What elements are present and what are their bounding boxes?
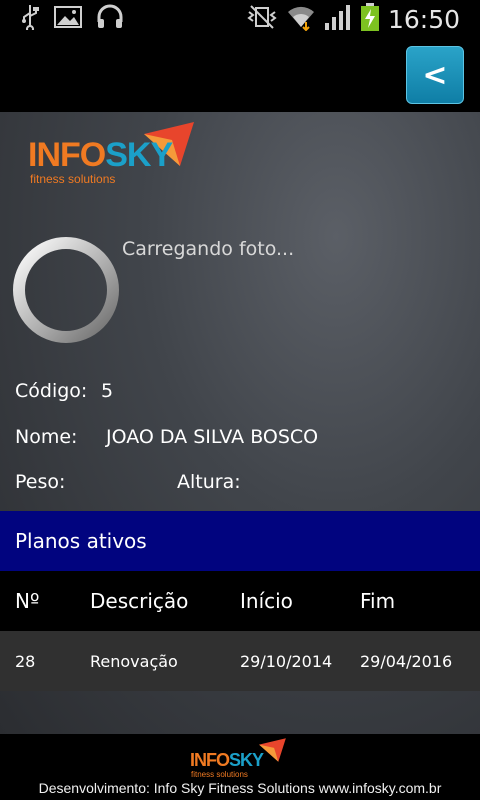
signal-icon xyxy=(324,3,352,35)
column-header-numero: Nº xyxy=(15,589,40,613)
nome-label: Nome: xyxy=(15,426,78,448)
row-inicio: 29/10/2014 xyxy=(240,651,333,671)
table-row[interactable]: 28 Renovação 29/10/2014 29/04/2016 xyxy=(0,631,480,691)
back-button-label: < xyxy=(422,57,448,93)
nome-value: JOAO DA SILVA BOSCO xyxy=(106,426,319,448)
column-header-descricao: Descrição xyxy=(90,589,189,613)
plans-header: Planos ativos xyxy=(0,511,480,571)
altura-label: Altura: xyxy=(177,471,241,493)
plans-title: Planos ativos xyxy=(15,529,147,553)
logo-sky-text: SKY xyxy=(105,136,173,174)
wifi-icon xyxy=(286,3,316,35)
back-button[interactable]: < xyxy=(406,46,464,104)
infosky-logo: INFOSKY fitness solutions xyxy=(28,122,198,188)
footer-logo-info: INFO xyxy=(190,750,230,770)
vibrate-mute-icon xyxy=(246,4,278,34)
status-bar: 16:50 xyxy=(0,0,480,38)
footer-logo-sky: SKY xyxy=(229,750,264,770)
action-bar: < xyxy=(0,38,480,112)
image-icon xyxy=(54,5,82,33)
plans-table-header: Nº Descrição Início Fim xyxy=(0,571,480,631)
headphones-icon xyxy=(96,4,124,34)
footer-logo-subtitle: fitness solutions xyxy=(191,770,248,779)
battery-charging-icon xyxy=(360,2,380,36)
peso-label: Peso: xyxy=(15,471,66,493)
column-header-inicio: Início xyxy=(240,589,293,613)
footer-credits: Desenvolvimento: Info Sky Fitness Soluti… xyxy=(38,780,442,796)
footer-logo: INFOSKY fitness solutions xyxy=(190,738,290,779)
column-header-fim: Fim xyxy=(360,589,396,613)
photo-loading-text: Carregando foto... xyxy=(122,238,295,260)
footer: INFOSKY fitness solutions Desenvolviment… xyxy=(0,734,480,800)
footer-logo-wordmark: INFOSKY xyxy=(190,750,264,771)
codigo-label: Código: xyxy=(15,380,88,402)
row-descricao: Renovação xyxy=(90,651,178,671)
logo-info-text: INFO xyxy=(28,136,106,174)
row-fim: 29/04/2016 xyxy=(360,651,453,671)
loading-spinner-icon xyxy=(13,237,119,343)
status-time: 16:50 xyxy=(387,4,460,34)
main-content: INFOSKY fitness solutions Carregando fot… xyxy=(0,112,480,734)
usb-icon xyxy=(20,4,40,34)
row-numero: 28 xyxy=(15,651,36,671)
logo-wordmark: INFOSKY xyxy=(28,136,173,175)
logo-subtitle: fitness solutions xyxy=(30,172,116,186)
codigo-value: 5 xyxy=(101,380,114,402)
